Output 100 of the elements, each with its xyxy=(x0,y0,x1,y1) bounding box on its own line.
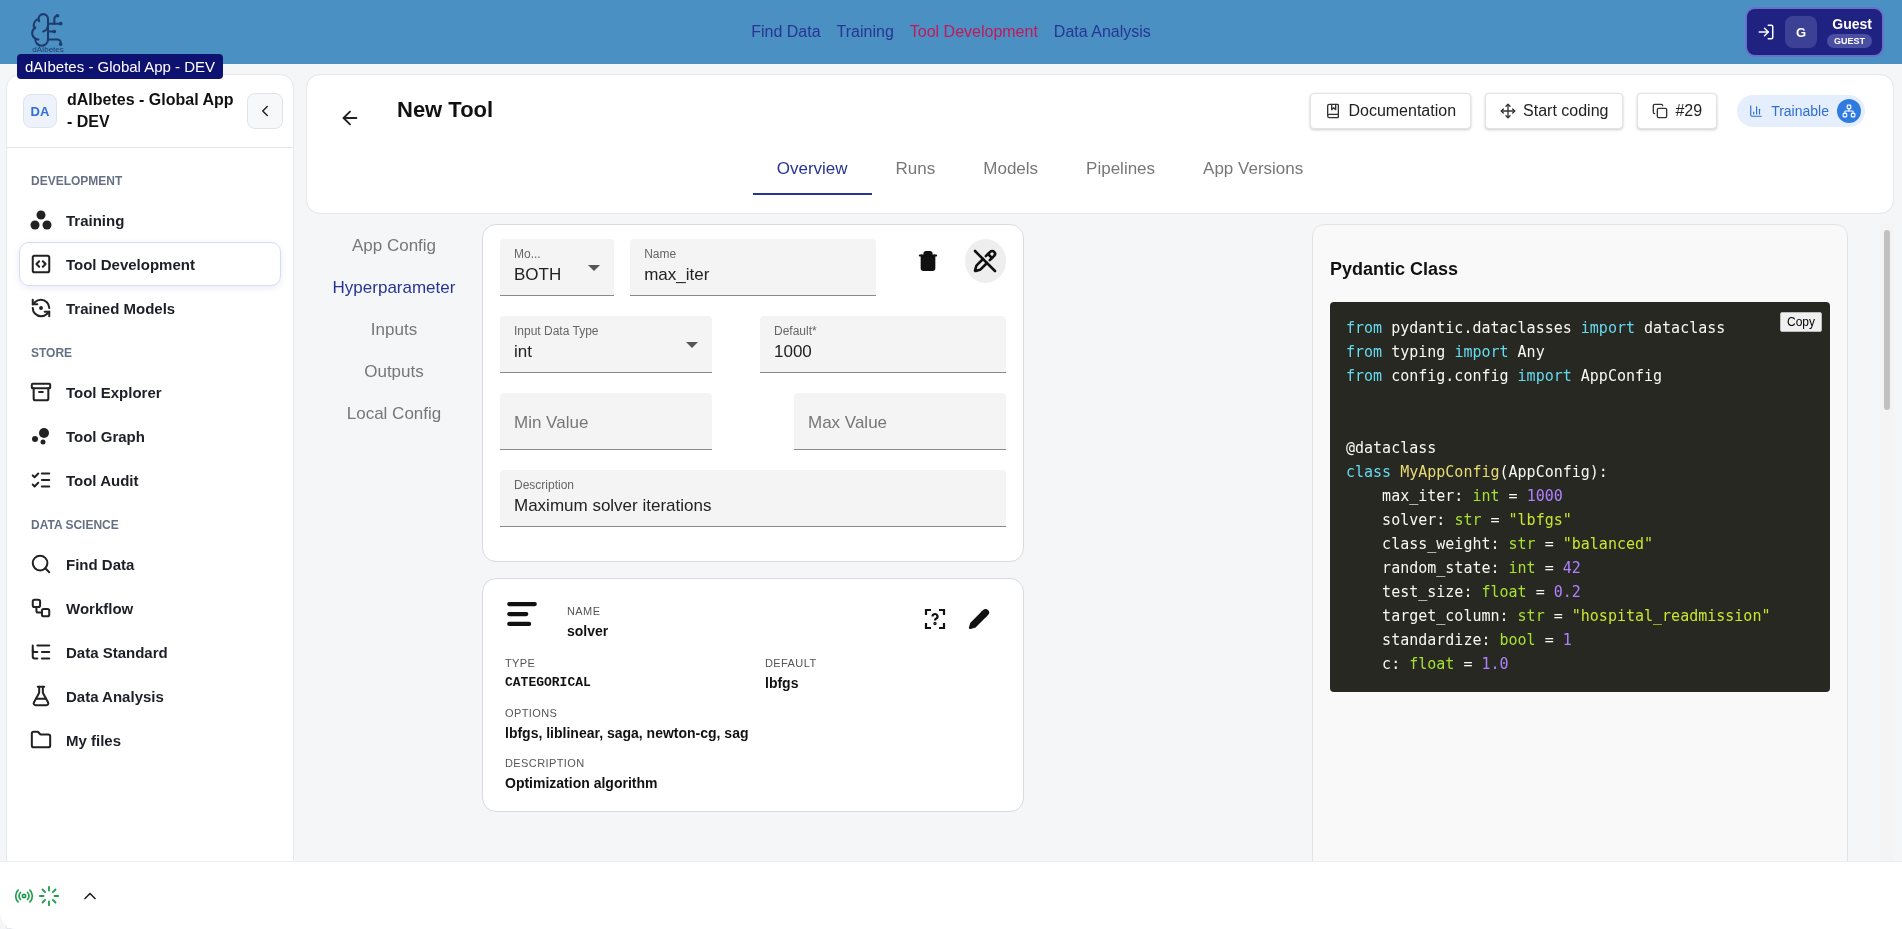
stop-editing-button[interactable] xyxy=(964,239,1006,283)
section-link[interactable]: Outputs xyxy=(364,362,424,382)
section-heading: STORE xyxy=(30,345,74,362)
code-line: @dataclass xyxy=(1346,438,1437,459)
user-chip[interactable]: G Guest GUEST xyxy=(1745,7,1884,57)
header-button[interactable]: Start coding xyxy=(1485,93,1624,129)
dropdown-caret-icon xyxy=(588,265,601,271)
loader-icon xyxy=(38,884,60,907)
sidebar-item-label: Tool Audit xyxy=(66,471,139,489)
page-title: New Tool xyxy=(397,96,494,123)
sidebar-item-label: Tool Development xyxy=(66,255,195,273)
field-label: OPTIONS xyxy=(505,707,559,719)
user-avatar: G xyxy=(1785,16,1817,48)
copy-icon xyxy=(1652,103,1669,119)
user-name: Guest xyxy=(1832,16,1872,32)
field-value: lbfgs xyxy=(765,675,800,691)
code-line: from pydantic.dataclasses import dataclass xyxy=(1346,318,1726,339)
sidebar-item-label: Tool Explorer xyxy=(66,383,162,401)
header-button[interactable]: #29 xyxy=(1637,93,1718,129)
sidebar-item[interactable]: Tool Explorer xyxy=(19,370,281,414)
select-field[interactable]: Mo... BOTH xyxy=(500,239,615,296)
folder-icon xyxy=(30,729,52,751)
field-value: solver xyxy=(567,623,609,639)
move-arrows-icon xyxy=(1500,103,1517,119)
sidebar-item[interactable]: Workflow xyxy=(19,586,281,630)
trash-icon xyxy=(917,250,940,272)
tooltip: dAIbetes - Global App - DEV xyxy=(17,54,224,79)
code-line: class_weight: str = "balanced" xyxy=(1381,534,1654,555)
network-icon xyxy=(1837,99,1861,123)
sidebar-item[interactable]: Data Standard xyxy=(19,630,281,674)
section-link[interactable]: Local Config xyxy=(346,404,442,424)
search-icon xyxy=(30,553,52,575)
sidebar-item[interactable]: Tool Audit xyxy=(19,458,281,502)
field-label: DESCRIPTION xyxy=(505,757,586,769)
code-line: test_size: float = 0.2 xyxy=(1381,582,1581,603)
field-label: TYPE xyxy=(505,657,537,669)
sidebar-item[interactable]: Trained Models xyxy=(19,286,281,330)
section-link[interactable]: App Config xyxy=(351,236,437,256)
refresh-icon xyxy=(30,297,52,319)
tab[interactable]: Runs xyxy=(871,147,960,195)
code-line: standardize: bool = 1 xyxy=(1381,630,1572,651)
archive-icon xyxy=(30,381,52,403)
code-line: target_column: str = "hospital_readmission" xyxy=(1381,606,1771,627)
sidebar-item[interactable]: My files xyxy=(19,718,281,762)
select-field[interactable]: Input Data Type int xyxy=(500,316,712,373)
panel-title: Pydantic Class xyxy=(1330,259,1460,280)
sidebar-item[interactable]: Training xyxy=(19,198,281,242)
field-label: DEFAULT xyxy=(765,657,817,669)
code-line: from config.config import AppConfig xyxy=(1346,366,1663,387)
code-line: from typing import Any xyxy=(1346,342,1545,363)
question-frame-icon xyxy=(924,608,946,630)
code-line: c: float = 1.0 xyxy=(1381,654,1509,675)
dots-icon xyxy=(30,209,52,231)
sidebar-item-label: Tool Graph xyxy=(66,427,145,445)
pencil-icon xyxy=(968,608,990,630)
input-field[interactable]: Min Value xyxy=(500,393,712,450)
pencil-off-icon xyxy=(973,249,998,273)
input-field[interactable]: Max Value xyxy=(794,393,1006,450)
header-button[interactable]: Documentation xyxy=(1310,93,1472,129)
code-line: max_iter: int = 1000 xyxy=(1381,486,1563,507)
section-heading: DATA SCIENCE xyxy=(30,517,120,534)
field-label: NAME xyxy=(567,605,602,617)
tab[interactable]: Models xyxy=(959,147,1063,195)
tab[interactable]: Overview xyxy=(752,147,872,195)
section-link[interactable]: Hyperparameter xyxy=(332,278,456,298)
sidebar-item-label: Trained Models xyxy=(66,299,176,317)
workspace-avatar: DA xyxy=(23,94,57,128)
role-badge: GUEST xyxy=(1827,34,1872,48)
chart-icon xyxy=(1749,104,1764,118)
logo-caption: dAIbetes xyxy=(32,44,64,54)
tab[interactable]: App Versions xyxy=(1179,147,1328,195)
book-icon xyxy=(1325,103,1342,119)
sidebar-item-label: Training xyxy=(66,211,125,229)
sidebar-item-label: Find Data xyxy=(66,555,135,573)
code-icon xyxy=(30,253,52,275)
code-line: random_state: int = 42 xyxy=(1381,558,1581,579)
sidebar-item[interactable]: Data Analysis xyxy=(19,674,281,718)
code-line: solver: str = "lbfgs" xyxy=(1381,510,1572,531)
section-link[interactable]: Inputs xyxy=(370,320,418,340)
sidebar-item[interactable]: Tool Graph xyxy=(19,414,281,458)
copy-button[interactable]: Copy xyxy=(1780,312,1822,332)
code-line: class MyAppConfig(AppConfig): xyxy=(1346,462,1608,483)
sidebar-item[interactable]: Tool Development xyxy=(19,242,281,286)
workflow-icon xyxy=(30,597,52,619)
sidebar-item[interactable]: Find Data xyxy=(19,542,281,586)
dropdown-caret-icon xyxy=(686,342,698,348)
scrollbar-thumb[interactable] xyxy=(1884,230,1890,410)
input-field[interactable]: Name max_iter xyxy=(630,239,876,296)
input-field[interactable]: Description Maximum solver iterations xyxy=(500,470,1006,527)
flask-icon xyxy=(30,685,52,707)
field-value: CATEGORICAL xyxy=(505,675,592,690)
sidebar-item-label: Data Analysis xyxy=(66,687,164,705)
field-value: Optimization algorithm xyxy=(505,775,659,791)
section-heading: DEVELOPMENT xyxy=(30,173,124,190)
sidebar-item-label: My files xyxy=(66,731,122,749)
dots-icon xyxy=(30,425,52,447)
badge-label: Trainable xyxy=(1771,103,1829,119)
tab[interactable]: Pipelines xyxy=(1062,147,1180,195)
input-field[interactable]: Default* 1000 xyxy=(760,316,1006,373)
field-value: lbfgs, liblinear, saga, newton-cg, sag xyxy=(505,725,750,741)
